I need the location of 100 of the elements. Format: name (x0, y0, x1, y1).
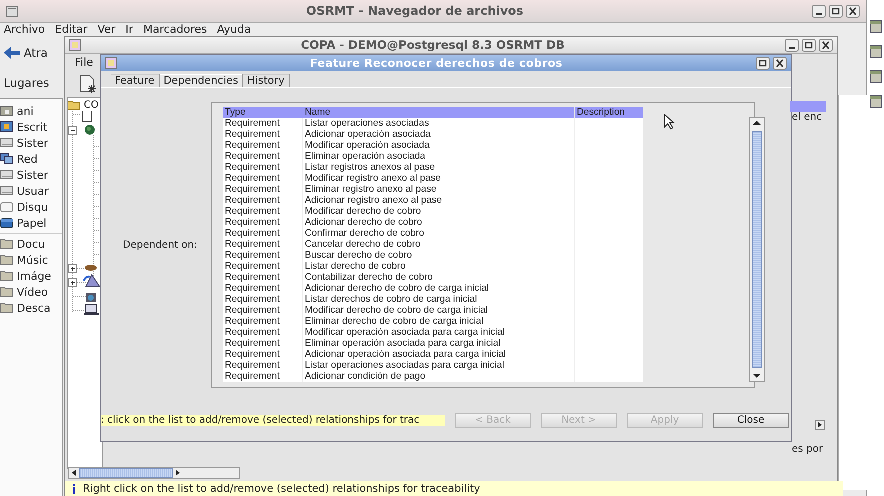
table-cell: Eliminar operación asociada (303, 150, 575, 162)
dialog-button[interactable]: Close (713, 412, 789, 428)
table-cell: Eliminar derecho de cobro de carga inicial (303, 316, 575, 326)
places-label: Lugares (3, 75, 50, 92)
tab[interactable]: History (243, 74, 290, 87)
new-document-icon[interactable] (79, 75, 97, 93)
drawer-icon[interactable] (870, 95, 882, 109)
table-cell: Listar derecho de cobro (303, 260, 575, 272)
desktop-icon (0, 120, 14, 134)
tab[interactable]: Dependencies (160, 74, 244, 87)
close-button[interactable] (819, 38, 833, 52)
menu-item[interactable]: Marcadores (143, 24, 208, 38)
maximize-button[interactable] (829, 4, 843, 18)
sidebar-item[interactable]: Escrit (0, 119, 62, 135)
menu-item[interactable]: Ayuda (217, 24, 252, 38)
menu-item[interactable]: Editar (55, 24, 88, 38)
sidebar-item[interactable]: Red (0, 151, 62, 167)
column-header[interactable]: Description (575, 106, 643, 118)
sidebar-item[interactable]: Disqu (0, 199, 62, 215)
table-cell: Requirement (223, 370, 303, 382)
sidebar-item[interactable]: Sister (0, 167, 62, 183)
table-cell: Requirement (223, 228, 303, 238)
maximize-button[interactable] (802, 38, 816, 52)
tree-item[interactable]: CO (68, 100, 102, 111)
go-back-toolbar-button[interactable]: Atra (4, 46, 48, 60)
table-cell: Requirement (223, 326, 303, 338)
sidebar-item[interactable]: Sister (0, 135, 62, 151)
horizontal-scrollbar[interactable] (68, 467, 240, 479)
field-label: Dependent on: (123, 240, 198, 251)
table-cell: Requirement (223, 206, 303, 216)
table-cell: Listar registros anexos al pase (303, 162, 575, 172)
table-cell: Modificar operación asociada para carga inicial (303, 326, 575, 338)
table-cell: Adicionar derecho de cobro de carga inicial (303, 282, 575, 294)
sidebar-item[interactable]: Vídeo (0, 284, 62, 300)
table-cell: Requirement (223, 348, 303, 360)
table-cell: Listar operaciones asociadas (303, 118, 575, 128)
table-cell: Adicionar derecho de cobro (303, 216, 575, 228)
table-cell: Cancelar derecho de cobro (303, 238, 575, 250)
window-title: OSRMT - Navegador de archivos (305, 4, 525, 18)
sidebar-item[interactable]: Músic (0, 252, 62, 268)
sidebar-item[interactable]: Desca (0, 300, 62, 316)
table-cell: Requirement (223, 282, 303, 294)
folder-icon (0, 301, 14, 315)
mouse-pointer-icon (664, 114, 676, 130)
file-name: es por (792, 444, 824, 455)
drawer-icon[interactable] (870, 20, 882, 34)
minimize-button[interactable] (812, 4, 826, 18)
network-icon (0, 152, 14, 166)
trash-icon (0, 216, 14, 230)
table-cell: Adicionar operación asociada (303, 128, 575, 140)
sidebar-item[interactable]: Usuar (0, 183, 62, 199)
table-cell: Requirement (223, 260, 303, 272)
close-button[interactable] (773, 56, 787, 70)
sidebar-item[interactable]: ani (0, 103, 62, 119)
menu-item[interactable]: Ver (98, 24, 116, 38)
table-cell: Requirement (223, 238, 303, 250)
table-cell: Requirement (223, 118, 303, 128)
sidebar-item[interactable]: Docu (0, 236, 62, 252)
table-cell: Modificar registro anexo al pase (303, 172, 575, 184)
folder-icon (0, 237, 14, 251)
table-cell: Requirement (223, 272, 303, 282)
app-icon (69, 39, 81, 51)
table-cell: Requirement (223, 184, 303, 194)
table-cell: Requirement (223, 194, 303, 206)
status-message: Right click on the list to add/remove (selected) relationships for traceability (83, 483, 480, 495)
close-button[interactable] (846, 4, 860, 18)
drawer-icon[interactable] (870, 70, 882, 84)
table-cell: Modificar derecho de cobro (303, 206, 575, 216)
column-header[interactable]: Type (223, 106, 303, 118)
app-icon (105, 57, 117, 69)
table-cell: Eliminar operación asociada para carga inicial (303, 338, 575, 348)
table-cell: Buscar derecho de cobro (303, 250, 575, 260)
maximize-button[interactable] (756, 56, 770, 70)
table-cell: Requirement (223, 294, 303, 304)
sidebar-item[interactable]: Imáge (0, 268, 62, 284)
info-icon (71, 484, 77, 494)
table-cell: Requirement (223, 360, 303, 370)
menu-item[interactable]: File (75, 56, 94, 69)
table-cell: Requirement (223, 250, 303, 260)
scrollbar-thumb[interactable] (752, 130, 762, 368)
scroll-right-icon[interactable] (815, 420, 825, 430)
menu-item[interactable]: Archivo (4, 24, 46, 38)
hint-message: : click on the list to add/remove (selected) relationships for trac (101, 414, 445, 426)
sidebar-item[interactable]: Papel (0, 215, 62, 231)
table-cell: Modificar derecho de cobro de carga inicial (303, 304, 575, 316)
table-cell: Requirement (223, 150, 303, 162)
file-name: el enc (792, 112, 822, 123)
menu-item[interactable]: Ir (126, 24, 134, 38)
table-cell: Eliminar registro anexo al pase (303, 184, 575, 194)
minimize-button[interactable] (785, 38, 799, 52)
tab[interactable]: Feature (111, 74, 160, 87)
column-header[interactable]: Name (303, 106, 575, 118)
window-title: COPA - DEMO@Postgresql 8.3 OSRMT DB (300, 38, 566, 52)
table-cell: Requirement (223, 304, 303, 316)
table-cell: Requirement (223, 140, 303, 150)
drawer-icon[interactable] (870, 45, 882, 59)
table-cell: Adicionar registro anexo al pase (303, 194, 575, 206)
scrollbar-thumb[interactable] (79, 468, 173, 478)
table-cell: Adicionar condición de pago (303, 370, 575, 382)
vertical-scrollbar[interactable] (749, 116, 765, 382)
